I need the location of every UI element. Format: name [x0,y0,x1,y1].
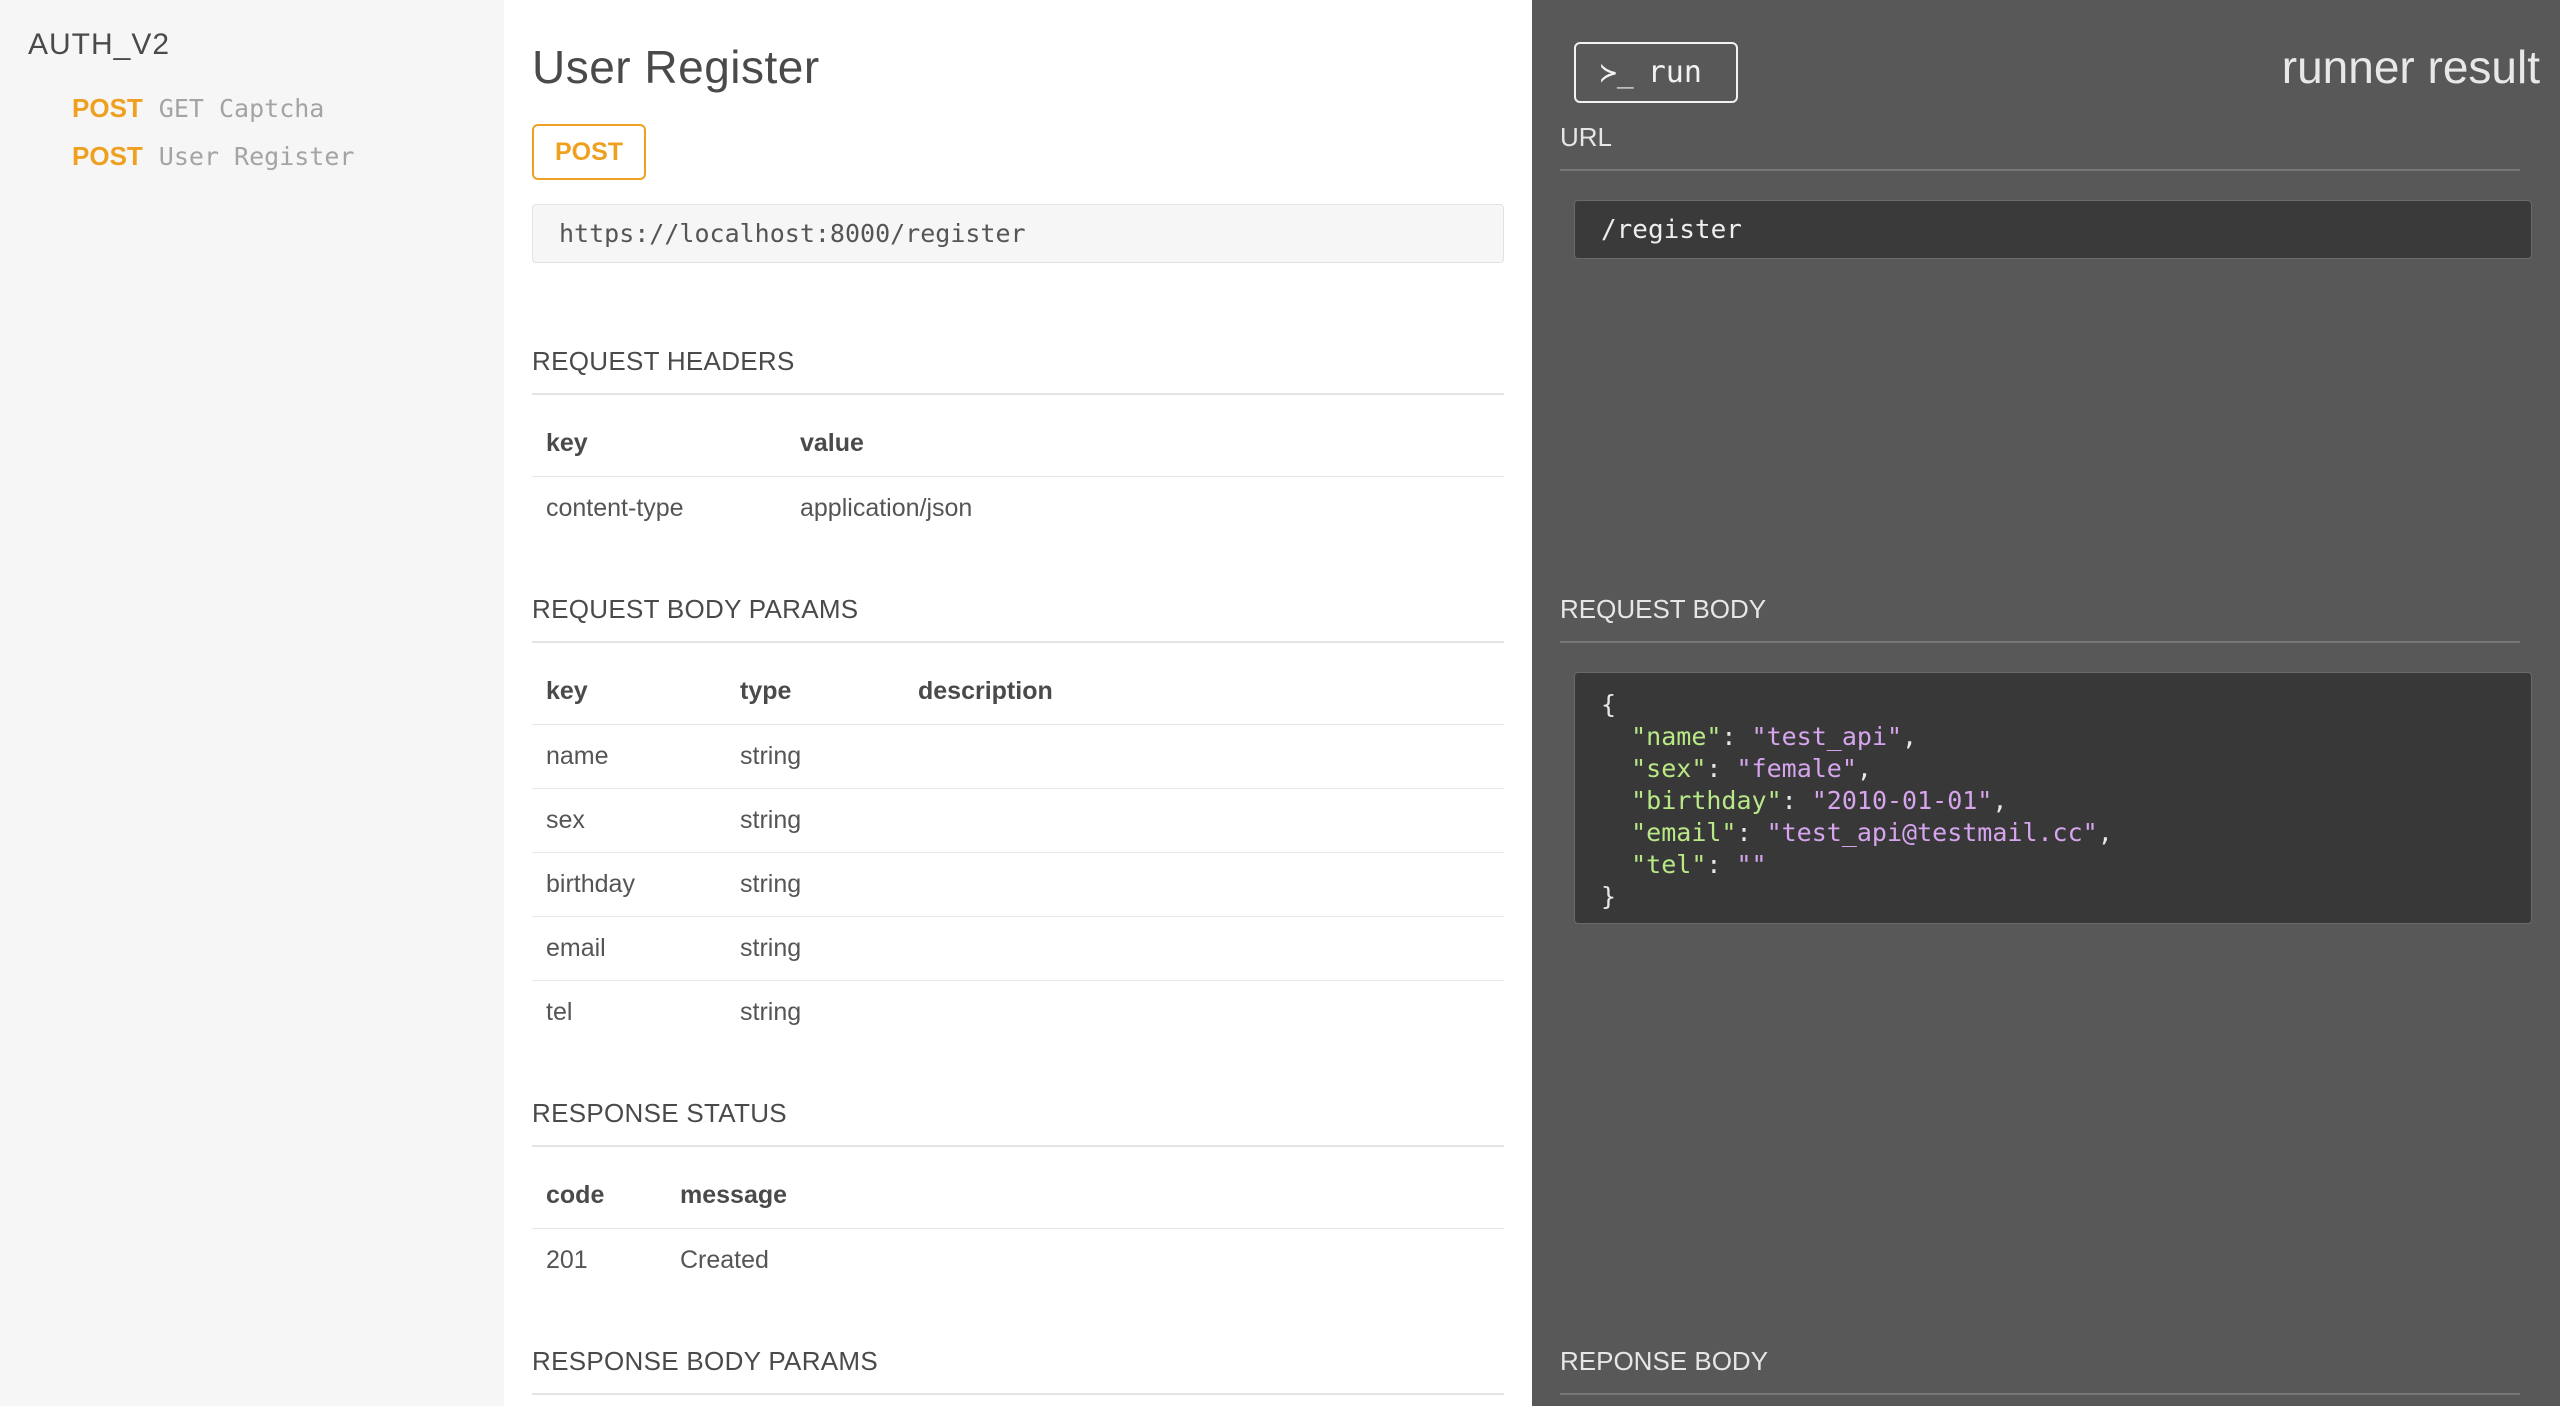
param-description [904,788,1504,853]
run-button-label: run [1647,55,1702,90]
terminal-prompt-icon: ≻_ [1600,56,1634,89]
status-code: 201 [546,1245,588,1274]
param-key: name [532,724,726,789]
param-type: string [726,724,904,789]
table-row: content-type application/json [532,476,1504,540]
json-separator: , [2097,818,2113,847]
response-status-table: code message 201 Created [532,1164,1504,1292]
column-header: key [532,412,786,477]
header-value: application/json [800,493,973,522]
column-header: description [904,660,1504,725]
param-type: string [726,916,904,981]
runner-title: runner result [2281,41,2540,93]
json-key: "sex" [1631,754,1707,783]
run-button[interactable]: ≻_ run [1574,42,1738,103]
json-separator: , [1992,786,2008,815]
endpoint-url: https://localhost:8000/register [532,204,1504,263]
param-description [904,980,1504,1044]
param-type: string [726,788,904,853]
json-brace: { [1601,690,1617,719]
sidebar-item-label: GET Captcha [158,93,325,123]
table-row: 201 Created [532,1228,1504,1292]
runner-url-field[interactable]: /register [1574,200,2532,259]
table-row: email string [532,916,1504,981]
sidebar: AUTH_V2 POST GET Captcha POST User Regis… [0,0,504,1406]
param-key: birthday [532,852,726,917]
app-title: AUTH_V2 [28,28,171,61]
status-message: Created [680,1245,769,1274]
table-row: name string [532,724,1504,789]
param-type: string [740,997,802,1026]
json-key: "name" [1631,722,1722,751]
header-key: content-type [546,493,684,522]
param-description [904,724,1504,789]
request-body-params-title: REQUEST BODY PARAMS [532,594,1504,643]
runner-request-body-label: REQUEST BODY [1560,594,2520,643]
column-header: code [532,1164,666,1229]
request-body-editor[interactable]: { "name": "test_api", "sex": "female", "… [1574,672,2532,924]
json-separator: , [1902,722,1918,751]
json-value: "test_api" [1751,722,1903,751]
json-value: "" [1736,850,1767,879]
column-header: message [666,1164,1504,1229]
table-row: birthday string [532,852,1504,917]
json-key: "tel" [1631,850,1707,879]
json-value: "2010-01-01" [1811,786,1993,815]
method-badge: POST [532,124,646,180]
runner-response-body-label: REPONSE BODY [1560,1346,2520,1395]
json-brace: } [1601,882,1617,911]
table-header-row: key value [532,412,1504,477]
param-description [904,852,1504,917]
sidebar-item-user-register[interactable]: POST User Register [72,136,354,176]
table-header-row: key type description [532,660,1504,725]
request-body-params-table: key type description name string sex str… [532,660,1504,1044]
runner-url-label: URL [1560,122,2520,171]
table-header-row: code message [532,1164,1504,1229]
runner-panel: ≻_ run runner result URL /register REQUE… [1532,0,2560,1406]
param-key: sex [532,788,726,853]
response-status-title: RESPONSE STATUS [532,1098,1504,1147]
json-key: "email" [1631,818,1737,847]
column-header: key [532,660,726,725]
sidebar-item-label: User Register [158,141,355,171]
method-label: POST [72,140,143,171]
method-label: POST [72,92,143,123]
sidebar-item-get-captcha[interactable]: POST GET Captcha [72,88,324,128]
response-body-params-title: RESPONSE BODY PARAMS [532,1346,1504,1395]
table-row: sex string [532,788,1504,853]
column-header: type [726,660,904,725]
json-separator: , [1856,754,1872,783]
request-headers-title: REQUEST HEADERS [532,346,1504,395]
page-title: User Register [532,41,820,93]
json-value: "test_api@testmail.cc" [1766,818,2098,847]
param-description [904,916,1504,981]
table-row: tel string [532,980,1504,1044]
json-value: "female" [1736,754,1857,783]
column-header: value [786,412,1504,477]
param-type: string [726,852,904,917]
json-key: "birthday" [1631,786,1782,815]
param-key: tel [546,997,573,1026]
request-headers-table: key value content-type application/json [532,412,1504,540]
param-key: email [532,916,726,981]
main-panel: User Register POST https://localhost:800… [532,0,1504,1406]
